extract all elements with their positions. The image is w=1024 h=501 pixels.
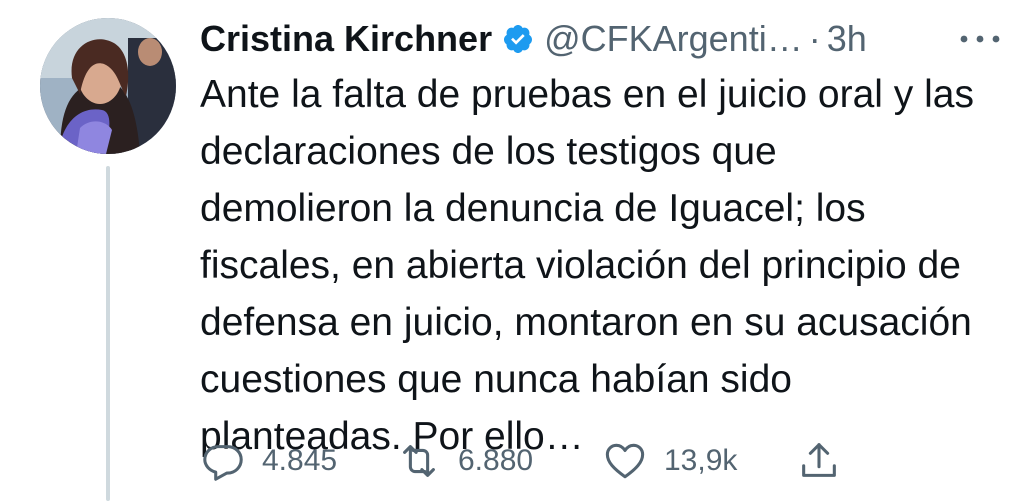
separator-dot: · bbox=[808, 18, 821, 59]
retweet-count: 6.880 bbox=[458, 444, 534, 477]
retweet-icon bbox=[396, 438, 442, 484]
thread-connector-line bbox=[106, 166, 110, 501]
tweet-text-line: cuestiones que nunca habían sido bbox=[200, 358, 792, 401]
reply-icon bbox=[200, 438, 246, 484]
tweet-actions: 4.845 6.880 13,9k bbox=[200, 432, 860, 490]
author-handle[interactable]: @CFKArgenti… bbox=[544, 18, 803, 60]
tweet-timestamp[interactable]: 3h bbox=[827, 18, 867, 60]
tweet-text-line: declaraciones de los testigos que bbox=[200, 130, 777, 173]
share-icon bbox=[796, 438, 842, 484]
tweet-text-line: Ante la falta de pruebas en el juicio or… bbox=[200, 73, 974, 116]
avatar-photo bbox=[40, 18, 176, 154]
tweet-header: Cristina Kirchner @CFKArgenti… · 3h bbox=[200, 14, 1004, 64]
tweet-text-line: fiscales, en abierta violación del princ… bbox=[200, 244, 961, 287]
heart-icon bbox=[602, 438, 648, 484]
tweet-text-line: defensa en juicio, montaron en su acusac… bbox=[200, 301, 972, 344]
author-name[interactable]: Cristina Kirchner bbox=[200, 18, 492, 60]
like-count: 13,9k bbox=[664, 444, 738, 477]
like-button[interactable]: 13,9k bbox=[602, 432, 737, 490]
tweet-text-line: demolieron la denuncia de Iguacel; los bbox=[200, 187, 866, 230]
avatar[interactable] bbox=[40, 18, 176, 154]
reply-count: 4.845 bbox=[262, 444, 338, 477]
retweet-button[interactable]: 6.880 bbox=[396, 432, 533, 490]
share-button[interactable] bbox=[796, 432, 842, 490]
tweet-text: Ante la falta de pruebas en el juicio or… bbox=[200, 66, 1000, 465]
reply-button[interactable]: 4.845 bbox=[200, 432, 337, 490]
verified-badge-icon bbox=[502, 23, 534, 55]
more-horizontal-icon[interactable] bbox=[956, 14, 1004, 64]
